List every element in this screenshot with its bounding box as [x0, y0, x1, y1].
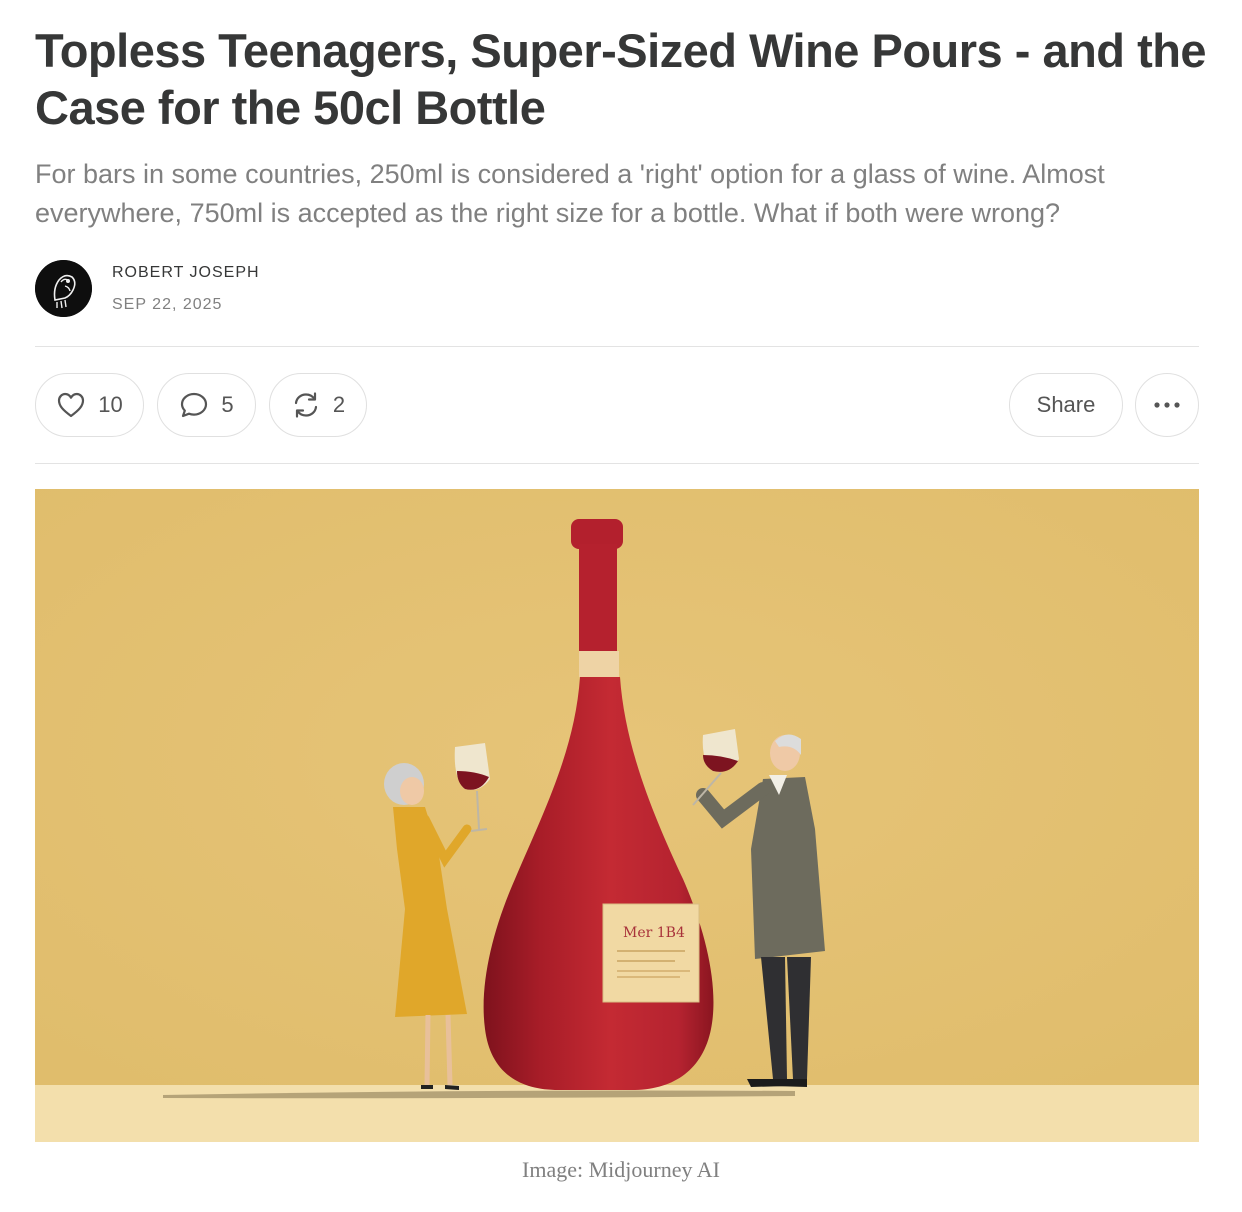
post-subtitle: For bars in some countries, 250ml is con… — [35, 159, 1105, 228]
comment-button[interactable]: 5 — [157, 373, 256, 437]
speech-bubble-icon — [179, 391, 209, 419]
share-label: Share — [1036, 392, 1096, 417]
hero-image[interactable]: Mer 1B4 — [35, 489, 1199, 1142]
ellipsis-icon — [1153, 401, 1181, 409]
divider — [35, 346, 1199, 347]
share-button[interactable]: Share — [1009, 373, 1123, 437]
post-title: Topless Teenagers, Super-Sized Wine Pour… — [35, 24, 1207, 134]
image-caption: Image: Midjourney AI — [522, 1157, 720, 1182]
refresh-arrows-icon — [291, 390, 321, 420]
byline: ROBERT JOSEPH SEP 22, 2025 — [35, 260, 435, 320]
author-avatar[interactable] — [35, 260, 92, 317]
author-name[interactable]: ROBERT JOSEPH — [112, 264, 260, 282]
more-options-button[interactable] — [1135, 373, 1199, 437]
like-count: 10 — [98, 392, 123, 417]
bottle-label-text: Mer 1B4 — [623, 925, 685, 941]
comment-count: 5 — [221, 392, 234, 417]
like-button[interactable]: 10 — [35, 373, 144, 437]
divider — [35, 463, 1199, 464]
restack-count: 2 — [332, 392, 346, 417]
restack-button[interactable]: 2 — [269, 373, 367, 437]
heart-icon — [56, 391, 86, 419]
post-date: SEP 22, 2025 — [112, 296, 223, 313]
bottle-label — [602, 903, 700, 1003]
